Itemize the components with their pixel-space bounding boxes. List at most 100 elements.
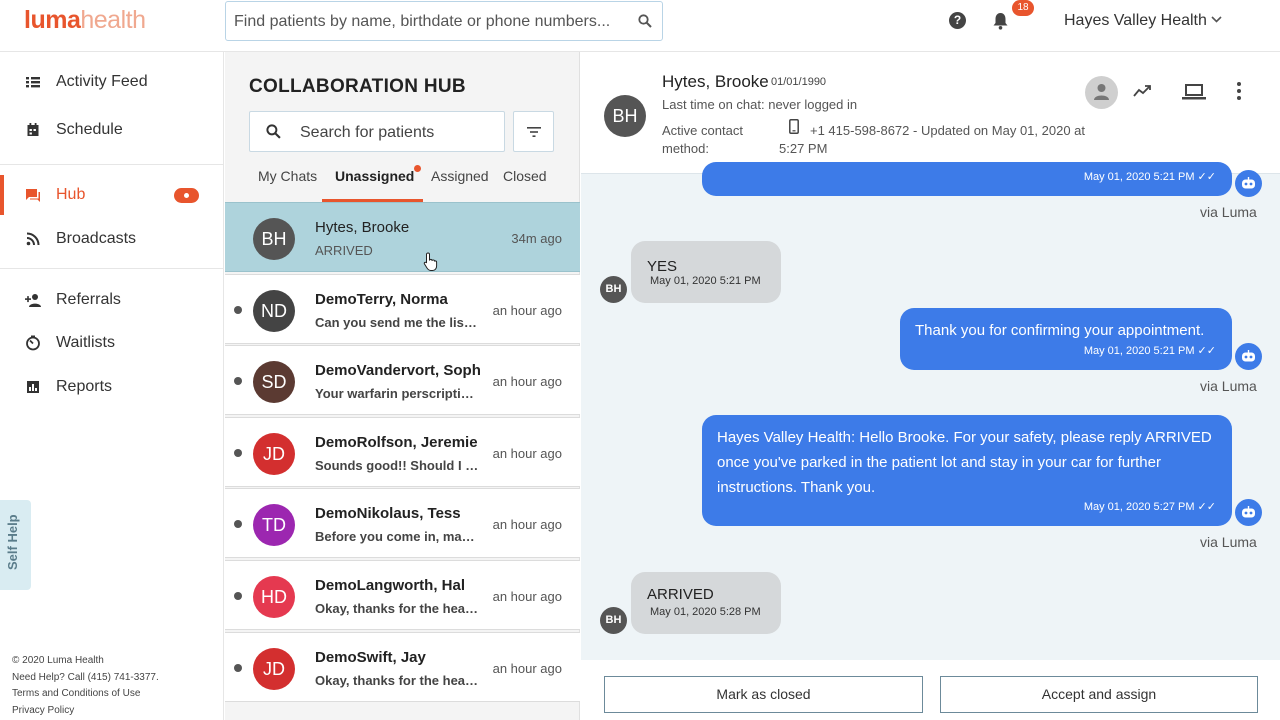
assign-person-button[interactable] bbox=[1085, 76, 1118, 109]
sidebar-item-hub[interactable]: Hub bbox=[0, 175, 224, 215]
chat-preview: Sounds good!! Should I bring... bbox=[315, 457, 480, 473]
sidebar-item-label: Waitlists bbox=[56, 334, 115, 351]
avatar: ND bbox=[253, 289, 295, 332]
chat-patient-name: DemoSwift, Jay bbox=[315, 648, 426, 666]
outgoing-message: Hayes Valley Health: Hello Brooke. For y… bbox=[702, 415, 1232, 526]
person-icon bbox=[1094, 84, 1109, 100]
patient-message-avatar: BH bbox=[600, 607, 627, 634]
accept-and-assign-button[interactable]: Accept and assign bbox=[940, 676, 1258, 713]
bell-icon[interactable] bbox=[992, 12, 1009, 30]
incoming-message: ARRIVED May 01, 2020 5:28 PM bbox=[631, 572, 781, 634]
robot-icon bbox=[1235, 499, 1262, 526]
chat-list-item[interactable]: HD DemoLangworth, Hal Okay, thanks for the… bbox=[225, 560, 580, 630]
chat-list-item[interactable]: JD DemoRolfson, Jeremie Sounds good!! Shou… bbox=[225, 416, 580, 487]
privacy-link[interactable]: Privacy Policy bbox=[12, 703, 159, 720]
timer-icon bbox=[26, 335, 40, 351]
chat-patient-name: DemoTerry, Norma bbox=[315, 290, 448, 308]
message-timestamp: May 01, 2020 5:21 PM ✓✓ bbox=[1083, 171, 1216, 183]
self-help-tab[interactable]: Self Help bbox=[0, 500, 31, 590]
chat-preview: ARRIVED bbox=[315, 243, 373, 258]
trend-icon[interactable] bbox=[1133, 85, 1151, 97]
search-icon[interactable] bbox=[638, 14, 652, 28]
filter-button[interactable] bbox=[513, 111, 554, 152]
collaboration-hub-panel: COLLABORATION HUB My Chats Unassigned As… bbox=[225, 52, 580, 720]
chevron-down-icon[interactable] bbox=[1211, 16, 1222, 23]
robot-icon bbox=[1235, 170, 1262, 197]
chat-time: an hour ago bbox=[492, 374, 562, 390]
robot-icon bbox=[1235, 343, 1262, 370]
unread-dot bbox=[234, 305, 242, 314]
more-vertical-icon[interactable] bbox=[1237, 82, 1241, 100]
hub-title: COLLABORATION HUB bbox=[249, 76, 466, 97]
chat-list-item[interactable]: JD DemoSwift, Jay Okay, thanks for the hea… bbox=[225, 631, 580, 702]
sidebar-item-label: Referrals bbox=[56, 291, 121, 308]
chat-list-item[interactable]: BH Hytes, Brooke ARRIVED 34m ago bbox=[225, 202, 580, 272]
chat-patient-name: DemoRolfson, Jeremie bbox=[315, 433, 478, 451]
sidebar-item-waitlists[interactable]: Waitlists bbox=[0, 323, 224, 363]
sidebar-item-activity-feed[interactable]: Activity Feed bbox=[0, 62, 224, 102]
tab-my-chats[interactable]: My Chats bbox=[258, 168, 317, 184]
tab-unassigned[interactable]: Unassigned bbox=[335, 168, 414, 184]
patient-search-input[interactable] bbox=[300, 122, 495, 144]
list-icon bbox=[26, 77, 40, 88]
unassigned-unread-dot bbox=[414, 165, 421, 172]
luma-health-logo[interactable]: lumahealth bbox=[24, 6, 146, 35]
unread-dot bbox=[234, 520, 242, 529]
chat-list-item[interactable]: SD DemoVandervort, Sophia Your warfarin pe… bbox=[225, 345, 580, 416]
tab-assigned[interactable]: Assigned bbox=[431, 168, 489, 184]
unread-dot bbox=[234, 377, 242, 386]
logo-health-text: health bbox=[80, 6, 146, 34]
chat-icon bbox=[26, 189, 40, 202]
chat-list-item[interactable]: ND DemoTerry, Norma Can you send me the li… bbox=[225, 273, 580, 344]
incoming-message: YES May 01, 2020 5:21 PM bbox=[631, 241, 781, 303]
outgoing-message: Thank you for confirming your appointmen… bbox=[900, 308, 1232, 370]
unread-dot bbox=[234, 592, 242, 600]
chat-preview: Okay, thanks for the heads up... bbox=[315, 601, 480, 616]
chat-patient-name: DemoNikolaus, Tess bbox=[315, 505, 461, 523]
global-patient-search[interactable] bbox=[225, 1, 663, 41]
sidebar-item-reports[interactable]: Reports bbox=[0, 367, 224, 407]
self-help-label: Self Help bbox=[5, 514, 20, 570]
via-luma-label: via Luma bbox=[1200, 378, 1257, 394]
tab-closed[interactable]: Closed bbox=[503, 168, 547, 184]
avatar: JD bbox=[253, 647, 295, 690]
chat-preview: Your warfarin perscription is... bbox=[315, 386, 480, 402]
sidebar-item-referrals[interactable]: Referrals bbox=[0, 280, 224, 320]
message-timestamp: May 01, 2020 5:28 PM bbox=[650, 606, 761, 618]
mark-as-closed-button[interactable]: Mark as closed bbox=[604, 676, 923, 713]
help-phone-text: Need Help? Call (415) 741-3377. bbox=[12, 671, 159, 683]
help-icon[interactable]: ? bbox=[949, 12, 966, 29]
patient-dob: 01/01/1990 bbox=[771, 76, 827, 88]
person-add-icon bbox=[25, 294, 41, 307]
hub-tabs: My Chats Unassigned Assigned Closed bbox=[225, 162, 580, 202]
mobile-phone-icon bbox=[789, 119, 799, 134]
patient-search[interactable] bbox=[249, 111, 505, 152]
patient-avatar: BH bbox=[604, 95, 646, 137]
chat-preview: Can you send me the list of... bbox=[315, 314, 480, 330]
avatar: JD bbox=[253, 432, 295, 475]
message-timestamp: May 01, 2020 5:21 PM bbox=[650, 275, 761, 287]
sidebar: Activity Feed Schedule Hub Broadcasts Re… bbox=[0, 52, 224, 720]
hub-unread-badge bbox=[174, 188, 199, 203]
sidebar-item-label: Hub bbox=[56, 186, 86, 203]
sidebar-item-schedule[interactable]: Schedule bbox=[0, 110, 224, 150]
message-timestamp: May 01, 2020 5:21 PM ✓✓ bbox=[1083, 345, 1216, 357]
chat-panel: BH Hytes, Brooke 01/01/1990 Last time on… bbox=[581, 52, 1280, 720]
sidebar-item-broadcasts[interactable]: Broadcasts bbox=[0, 219, 224, 259]
laptop-icon[interactable] bbox=[1182, 83, 1206, 101]
chat-patient-name: Hytes, Brooke bbox=[315, 219, 410, 236]
org-switcher-label[interactable]: Hayes Valley Health bbox=[1064, 12, 1207, 30]
message-timestamp: May 01, 2020 5:27 PM ✓✓ bbox=[1083, 501, 1216, 513]
avatar: TD bbox=[253, 504, 295, 547]
mouse-cursor-icon bbox=[423, 252, 438, 271]
sidebar-item-label: Reports bbox=[56, 378, 113, 395]
global-search-input[interactable] bbox=[234, 10, 624, 34]
chat-time: 34m ago bbox=[511, 231, 562, 246]
terms-link[interactable]: Terms and Conditions of Use bbox=[12, 686, 159, 703]
bar-chart-icon bbox=[27, 381, 39, 393]
chat-patient-name: DemoLangworth, Hal bbox=[315, 577, 466, 594]
patient-name[interactable]: Hytes, Brooke bbox=[662, 72, 769, 92]
via-luma-label: via Luma bbox=[1200, 204, 1257, 220]
chat-list-item[interactable]: TD DemoNikolaus, Tess Before you come in, … bbox=[225, 488, 580, 559]
chat-time: an hour ago bbox=[492, 660, 562, 676]
